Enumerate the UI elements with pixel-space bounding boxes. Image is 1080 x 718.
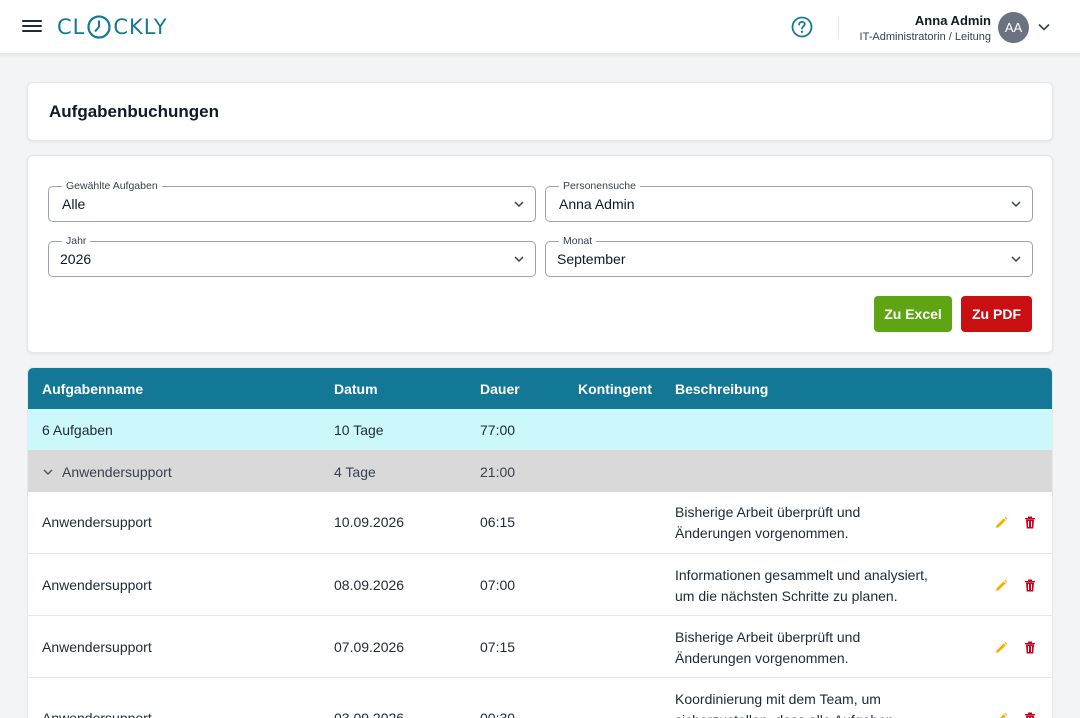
group-duration: 21:00 [480, 464, 516, 480]
row-task-name: Anwendersupport [42, 577, 152, 593]
row-description-line: Informationen gesammelt und analysiert, [675, 567, 928, 583]
row-description-line: Koordinierung mit dem Team, um [675, 691, 881, 707]
edit-icon[interactable] [993, 640, 1009, 656]
row-description-line: Bisherige Arbeit überprüft und [675, 504, 861, 520]
row-description-line: um die nächsten Schritte zu planen. [675, 588, 898, 604]
row-task-name: Anwendersupport [42, 710, 152, 718]
month-select-label: Monat [559, 235, 597, 247]
row-date: 08.09.2026 [334, 577, 405, 593]
table-row: Anwendersupport 03.09.2026 00:30 Koordin… [28, 678, 1052, 718]
month-select-value: September [557, 251, 626, 267]
edit-icon[interactable] [993, 578, 1009, 594]
menu-icon[interactable] [22, 17, 42, 37]
delete-icon[interactable] [1022, 710, 1038, 718]
summary-task-count: 6 Aufgaben [42, 422, 113, 438]
user-role: IT-Administratorin / Leitung [859, 31, 991, 43]
row-duration: 07:00 [480, 577, 516, 593]
column-header-date[interactable]: Datum [334, 381, 378, 397]
edit-icon[interactable] [993, 515, 1009, 531]
column-header-quota[interactable]: Kontingent [578, 381, 652, 397]
chevron-down-icon [514, 256, 524, 263]
summary-duration: 77:00 [480, 422, 516, 438]
avatar[interactable]: AA [998, 12, 1029, 43]
tasks-select[interactable]: Gewählte Aufgaben Alle [48, 180, 536, 222]
table-row: Anwendersupport 10.09.2026 06:15 Bisheri… [28, 492, 1052, 554]
row-duration: 06:15 [480, 514, 516, 530]
year-select-value: 2026 [60, 251, 92, 267]
chevron-down-icon [1011, 201, 1021, 208]
column-header-duration[interactable]: Dauer [480, 381, 520, 397]
header-divider [838, 16, 839, 38]
column-header-description[interactable]: Beschreibung [675, 381, 768, 397]
logo-text-end: CKLY [113, 15, 168, 39]
group-name: Anwendersupport [62, 464, 172, 480]
row-description: Koordinierung mit dem Team, um sicherzus… [675, 689, 965, 718]
tasks-select-label: Gewählte Aufgaben [62, 180, 162, 192]
export-pdf-button[interactable]: Zu PDF [961, 296, 1032, 332]
chevron-down-icon [1011, 256, 1021, 263]
clock-logo-icon [87, 15, 111, 39]
row-task-name: Anwendersupport [42, 639, 152, 655]
year-select-label: Jahr [62, 235, 91, 247]
group-row[interactable]: Anwendersupport 4 Tage 21:00 [28, 450, 1052, 492]
row-description-line: Änderungen vorgenommen. [675, 650, 849, 666]
tasks-select-value: Alle [62, 196, 86, 212]
delete-icon[interactable] [1022, 514, 1038, 530]
summary-row: 6 Aufgaben 10 Tage 77:00 [28, 409, 1052, 450]
page-title: Aufgabenbuchungen [49, 102, 219, 121]
bookings-table: Aufgabenname Datum Dauer Kontingent Besc… [27, 367, 1053, 718]
logo-text-start: CL [57, 15, 86, 39]
logo[interactable]: CL CKLY [57, 12, 168, 42]
row-description: Bisherige Arbeit überprüft und Änderunge… [675, 502, 965, 544]
person-search-value: Anna Admin [559, 196, 635, 212]
month-select[interactable]: Monat September [545, 235, 1033, 277]
row-date: 07.09.2026 [334, 639, 405, 655]
group-days: 4 Tage [334, 464, 376, 480]
column-header-task-name[interactable]: Aufgabenname [42, 381, 143, 397]
row-date: 10.09.2026 [334, 514, 405, 530]
chevron-down-icon[interactable] [1037, 20, 1051, 34]
person-search-label: Personensuche [559, 180, 640, 192]
row-date: 03.09.2026 [334, 710, 405, 718]
top-bar: CL CKLY Anna Admin IT-Administratorin / … [0, 0, 1080, 54]
table-row: Anwendersupport 08.09.2026 07:00 Informa… [28, 554, 1052, 616]
delete-icon[interactable] [1022, 577, 1038, 593]
row-task-name: Anwendersupport [42, 514, 152, 530]
title-card: Aufgabenbuchungen [27, 82, 1053, 141]
export-excel-button[interactable]: Zu Excel [874, 296, 952, 332]
chevron-down-icon[interactable] [42, 466, 54, 478]
person-search-select[interactable]: Personensuche Anna Admin [545, 180, 1033, 222]
filter-card: Gewählte Aufgaben Alle Personensuche Ann… [27, 155, 1053, 353]
row-description: Bisherige Arbeit überprüft und Änderunge… [675, 627, 965, 669]
edit-icon[interactable] [993, 711, 1009, 718]
year-select[interactable]: Jahr 2026 [48, 235, 536, 277]
row-duration: 07:15 [480, 639, 516, 655]
row-description-line: sicherzustellen, dass alle Aufgaben [675, 710, 965, 718]
row-duration: 00:30 [480, 710, 516, 718]
user-name: Anna Admin [914, 13, 991, 28]
chevron-down-icon [514, 201, 524, 208]
row-description-line: Bisherige Arbeit überprüft und [675, 629, 861, 645]
row-description: Informationen gesammelt und analysiert, … [675, 565, 965, 607]
help-icon[interactable] [791, 16, 813, 38]
delete-icon[interactable] [1022, 639, 1038, 655]
row-description-line: Änderungen vorgenommen. [675, 525, 849, 541]
summary-days: 10 Tage [334, 422, 384, 438]
table-row: Anwendersupport 07.09.2026 07:15 Bisheri… [28, 616, 1052, 678]
table-header: Aufgabenname Datum Dauer Kontingent Besc… [28, 368, 1052, 409]
